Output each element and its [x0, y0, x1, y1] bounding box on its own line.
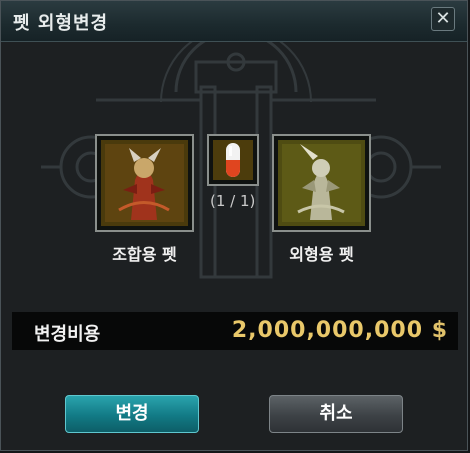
cost-label: 변경비용: [34, 324, 101, 345]
currency-icon: $: [431, 318, 448, 343]
close-icon: ✕: [435, 8, 451, 29]
dialog-title: 펫 외형변경: [13, 13, 109, 34]
combine-pet-label: 조합용 펫: [112, 245, 177, 264]
capsule-count: (1 / 1): [210, 192, 256, 210]
cost-value: 2,000,000,000 $: [232, 318, 448, 343]
capsule-slot[interactable]: [207, 134, 259, 186]
title-bar[interactable]: 펫 외형변경 ✕: [1, 1, 467, 42]
pet-appearance-dialog: 펫 외형변경 ✕ 조합용 펫 (1 / 1) 외형용 펫 변경비용 2,000,…: [0, 0, 468, 451]
confirm-button[interactable]: 변경: [65, 395, 199, 433]
appearance-pet-label: 외형용 펫: [289, 245, 354, 264]
appearance-pet-slot[interactable]: [272, 134, 371, 232]
combine-pet-slot[interactable]: [95, 134, 194, 232]
pill-capsule-icon: [213, 140, 253, 180]
close-button[interactable]: ✕: [431, 7, 455, 31]
cost-bar: 변경비용 2,000,000,000 $: [12, 312, 458, 350]
pet-portrait-icon: [278, 140, 365, 226]
pet-portrait-icon: [101, 140, 188, 226]
cancel-button[interactable]: 취소: [269, 395, 403, 433]
cost-amount: 2,000,000,000: [231, 318, 424, 343]
